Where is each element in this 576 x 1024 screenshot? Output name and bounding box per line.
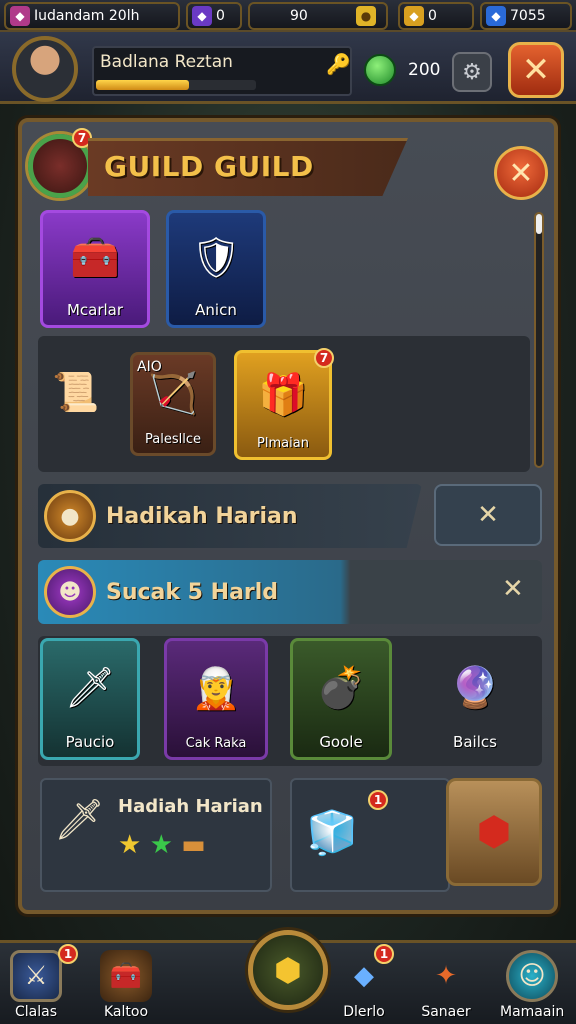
globe-icon: ☺ xyxy=(506,950,559,1002)
hero-portrait-icon: 🧝 xyxy=(191,666,241,712)
scroll-icon[interactable]: 📜 xyxy=(52,370,112,420)
item-tile-goole[interactable]: 💣 Goole xyxy=(290,638,392,760)
banner-label: Sucak 5 Harld xyxy=(106,579,279,605)
reward-label: Hadiah Harian xyxy=(118,796,263,817)
dismiss-icon[interactable]: ✕ xyxy=(502,574,524,604)
tile-label: Anicn xyxy=(195,301,237,319)
tile-label: Plmaian xyxy=(257,436,309,451)
demon-mask-icon: ☻ xyxy=(44,566,96,618)
tile-top-label: AIO xyxy=(137,359,162,375)
green-star-icon: ★ xyxy=(149,830,173,860)
item-tile-cak-raka[interactable]: 🧝 Cak Raka xyxy=(164,638,268,760)
xp-bar xyxy=(96,80,256,90)
stat-counter[interactable]: 90 ● xyxy=(248,2,388,30)
green-gem-count: 200 xyxy=(408,60,441,80)
coin-count: 0 xyxy=(428,8,437,24)
gem-counter[interactable]: ◆ 0 xyxy=(186,2,242,30)
coin-icon: ● xyxy=(356,6,376,26)
nav-item-sanaer[interactable]: ✦ Sanaer xyxy=(420,950,472,1020)
crystal-counter[interactable]: ◆ 7055 xyxy=(480,2,572,30)
nav-badge: 1 xyxy=(374,944,394,964)
tile-label: Palesllce xyxy=(145,432,201,447)
cannon-icon: 💣 xyxy=(316,664,366,711)
crystal-box-icon: 🧊 xyxy=(306,808,359,857)
nav-label: Clalas xyxy=(14,1004,57,1020)
settings-gear-icon[interactable]: ⚙ xyxy=(452,52,492,92)
gold-icon: ◆ xyxy=(404,6,424,26)
item-tile-anicn[interactable]: 🛡 Anicn xyxy=(166,210,266,328)
dismiss-button[interactable]: ✕ xyxy=(434,484,542,546)
nav-badge: 1 xyxy=(58,944,78,964)
nav-item-kaltoo[interactable]: 🧰 Kaltoo xyxy=(100,950,152,1020)
scrollbar[interactable] xyxy=(534,212,544,468)
tile-label: Paucio xyxy=(65,733,115,751)
green-gem-icon xyxy=(364,54,396,86)
center-battle-button[interactable]: ⬢ xyxy=(248,930,328,1010)
banner-label: Hadikah Harian xyxy=(106,503,298,529)
reward-items: ★ ★ ▬ xyxy=(118,830,206,860)
avatar[interactable] xyxy=(12,36,78,102)
treasure-chest-icon: 🧰 xyxy=(70,234,120,281)
tile-label: Bailcs xyxy=(453,733,497,751)
nav-label: Kaltoo xyxy=(103,1004,149,1020)
reward-badge: 1 xyxy=(368,790,388,810)
crystal-count: 7055 xyxy=(510,8,546,24)
tile-label: Goole xyxy=(319,733,363,751)
chest-icon: 🧰 xyxy=(100,950,152,1002)
item-tile-paucio[interactable]: 🗡 Paucio xyxy=(40,638,140,760)
title-currency: ◆ Iudandam 20lh xyxy=(4,2,180,30)
sword-icon: 🗡 xyxy=(64,664,116,711)
nav-item-clalas[interactable]: ⚔ Clalas xyxy=(10,950,62,1020)
tile-label: Mcarlar xyxy=(66,301,124,319)
star-icon: ★ xyxy=(118,830,142,860)
gem-count: 0 xyxy=(216,8,225,24)
purple-gem-icon: ◆ xyxy=(192,6,212,26)
medal-icon: ● xyxy=(44,490,96,542)
sword-icon: 🗡 xyxy=(54,797,105,843)
tile-badge: 7 xyxy=(314,348,334,368)
coin-counter[interactable]: ◆ 0 xyxy=(398,2,474,30)
orb-icon: 🔮 xyxy=(450,664,500,711)
player-name: Badlana Reztan xyxy=(100,52,233,72)
quest-banner[interactable]: Sucak 5 Harld xyxy=(38,560,542,624)
item-tile-plmaian[interactable]: 🎁 Plmaian xyxy=(234,350,332,460)
item-tile-mcarlar[interactable]: 🧰 Mcarlar xyxy=(40,210,150,328)
ruby-icon[interactable]: ⬢ xyxy=(446,778,542,886)
tile-label: Cak Raka xyxy=(185,736,247,751)
shield-icon: 🛡 xyxy=(190,234,242,281)
nav-label: Dlerlo xyxy=(343,1004,385,1020)
sword-shield-icon: ⚔ xyxy=(10,950,62,1002)
gem-icon: ◆ xyxy=(10,6,30,26)
key-icon: 🔑 xyxy=(326,52,351,76)
close-panel-button[interactable]: ✕ xyxy=(494,146,548,200)
stat-value: 90 xyxy=(290,8,308,24)
chest-icon: 🎁 xyxy=(258,372,308,418)
dragon-icon: ✦ xyxy=(435,961,457,991)
item-tile-bailcs[interactable]: 🔮 Bailcs xyxy=(420,638,530,760)
bread-icon: ▬ xyxy=(181,830,206,860)
item-tile-palesllce[interactable]: AIO 🏹 Palesllce xyxy=(130,352,216,456)
close-top-button[interactable]: ✕ xyxy=(508,42,564,98)
nav-item-mamaain[interactable]: ☺ Mamaain xyxy=(500,950,564,1020)
player-name-box: Badlana Reztan xyxy=(92,46,352,96)
xp-fill xyxy=(96,80,189,90)
currency-bar: ◆ Iudandam 20lh ◆ 0 90 ● ◆ 0 ◆ 7055 xyxy=(0,0,576,32)
topbar-title: Iudandam 20lh xyxy=(34,8,140,24)
nav-label: Mamaain xyxy=(500,1004,565,1020)
blue-crystal-icon: ◆ xyxy=(486,6,506,26)
panel-title: GUILD GUILD xyxy=(104,150,314,183)
nav-label: Sanaer xyxy=(421,1004,471,1020)
